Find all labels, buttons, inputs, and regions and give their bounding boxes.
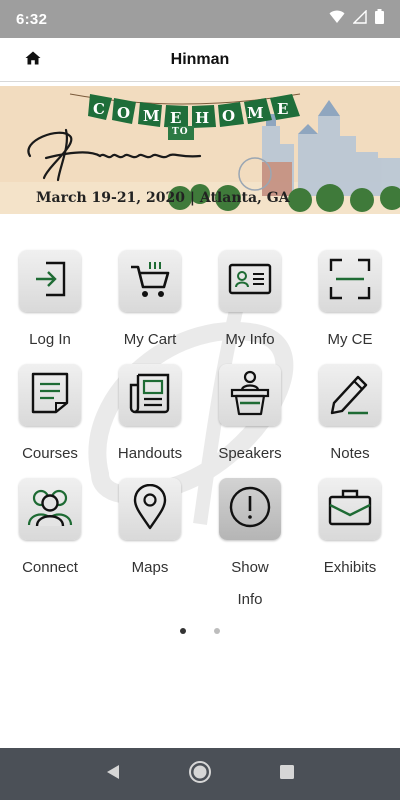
tile-label: Courses xyxy=(22,445,78,462)
tile-courses[interactable]: Courses xyxy=(0,364,100,470)
newspaper-icon xyxy=(128,371,172,420)
connect-button[interactable] xyxy=(19,478,81,540)
home-nav-button[interactable] xyxy=(182,756,218,792)
status-icons xyxy=(329,8,384,29)
show-info-button[interactable] xyxy=(219,478,281,540)
tile-label: Speakers xyxy=(218,445,282,462)
tile-show-info[interactable]: Show Info xyxy=(200,478,300,616)
home-button[interactable] xyxy=(20,48,46,72)
tile-connect[interactable]: Connect xyxy=(0,478,100,584)
svg-text:E: E xyxy=(277,100,288,118)
cart-icon xyxy=(128,259,172,304)
page-dot-2[interactable] xyxy=(214,628,220,634)
tile-label: Show Info xyxy=(231,559,269,608)
svg-text:E: E xyxy=(170,109,181,127)
wifi-icon xyxy=(329,10,345,29)
back-triangle-icon xyxy=(104,763,122,786)
page-dot-1[interactable] xyxy=(180,628,186,634)
tile-maps[interactable]: Maps xyxy=(100,478,200,584)
event-banner[interactable]: C O M E H O M E TO March 19-21, 2020 | A… xyxy=(0,86,400,214)
login-button[interactable] xyxy=(19,250,81,312)
my-ce-button[interactable] xyxy=(319,250,381,312)
tile-label: Maps xyxy=(131,559,169,576)
tile-handouts[interactable]: Handouts xyxy=(100,364,200,470)
svg-text:C: C xyxy=(93,100,105,118)
pencil-icon xyxy=(328,371,372,420)
tile-label: My CE xyxy=(327,331,373,348)
battery-icon xyxy=(375,9,384,29)
app-screen: 6:32 Hinman C O M E H O M E TO March 19-… xyxy=(0,0,400,800)
page-title: Hinman xyxy=(170,50,230,68)
tile-label: Handouts xyxy=(117,445,183,462)
svg-text:M: M xyxy=(143,107,160,125)
cart-button[interactable] xyxy=(119,250,181,312)
login-icon xyxy=(30,259,70,304)
banner-connector: TO xyxy=(172,127,189,137)
scan-frame-icon xyxy=(328,257,372,306)
svg-text:O: O xyxy=(222,107,235,125)
system-nav-bar xyxy=(0,748,400,800)
tile-speakers[interactable]: Speakers xyxy=(200,364,300,470)
exhibits-button[interactable] xyxy=(319,478,381,540)
svg-text:H: H xyxy=(195,109,209,127)
feature-grid: Log In My Cart My Info My CE Courses Han… xyxy=(0,214,400,644)
map-pin-icon xyxy=(132,483,168,535)
tile-my-cart[interactable]: My Cart xyxy=(100,250,200,356)
page-indicator xyxy=(0,628,400,634)
svg-text:M: M xyxy=(247,104,264,122)
banner-date-location: March 19-21, 2020 | Atlanta, GA xyxy=(36,190,290,206)
tile-log-in[interactable]: Log In xyxy=(0,250,100,356)
status-time: 6:32 xyxy=(16,10,48,28)
briefcase-icon xyxy=(327,487,373,532)
home-circle-icon xyxy=(188,760,212,789)
courses-button[interactable] xyxy=(19,364,81,426)
tile-label: My Cart xyxy=(123,331,177,348)
back-button[interactable] xyxy=(95,756,131,792)
document-icon xyxy=(30,371,70,420)
tile-label: Log In xyxy=(29,331,71,348)
home-icon xyxy=(25,51,41,70)
podium-icon xyxy=(228,370,272,421)
speakers-button[interactable] xyxy=(219,364,281,426)
handouts-button[interactable] xyxy=(119,364,181,426)
svg-text:O: O xyxy=(117,104,130,122)
recents-button[interactable] xyxy=(269,756,305,792)
tile-label: Connect xyxy=(22,559,78,576)
my-info-button[interactable] xyxy=(219,250,281,312)
info-alert-icon xyxy=(228,485,272,534)
tile-label: Exhibits xyxy=(323,559,377,576)
notes-button[interactable] xyxy=(319,364,381,426)
tile-my-info[interactable]: My Info xyxy=(200,250,300,356)
maps-button[interactable] xyxy=(119,478,181,540)
tile-my-ce[interactable]: My CE xyxy=(300,250,400,356)
tile-label: Notes xyxy=(330,445,370,462)
status-bar: 6:32 xyxy=(0,0,400,38)
id-card-icon xyxy=(228,262,272,301)
people-icon xyxy=(26,487,74,532)
tile-notes[interactable]: Notes xyxy=(300,364,400,470)
app-header: Hinman xyxy=(0,38,400,82)
recents-square-icon xyxy=(279,764,295,785)
tile-exhibits[interactable]: Exhibits xyxy=(300,478,400,584)
signal-icon xyxy=(352,8,367,29)
tile-label: My Info xyxy=(225,331,275,348)
